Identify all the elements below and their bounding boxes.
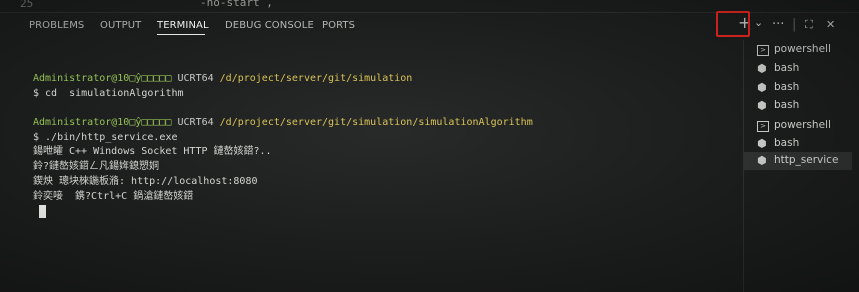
terminal-item-label: bash [774, 81, 800, 93]
terminal-item-powershell[interactable]: > powershell [744, 41, 852, 59]
bash-icon: ⬢ [757, 154, 767, 167]
terminal-item-label: powershell [774, 43, 831, 55]
bash-icon: ⬢ [757, 99, 767, 112]
terminal-item-http-service[interactable]: ⬢ http_service [744, 152, 852, 170]
tab-terminal[interactable]: TERMINAL [157, 20, 209, 31]
prompt-user: Administrator@10□ŷ□□□□□ [33, 117, 172, 128]
prompt-line-2: Administrator@10□ŷ□□□□□ UCRT64 /d/projec… [33, 117, 533, 129]
output-line-2: 鈴?鏈嶅姟鍣ㄥ凡鍚姩鎴愬姛 [33, 161, 160, 172]
maximize-panel-button[interactable]: ⛶ [805, 17, 813, 33]
line-number: 25 [20, 0, 34, 10]
tab-debug-console[interactable]: DEBUG CONSOLE [225, 20, 314, 31]
highlight-box [716, 11, 750, 37]
prompt-line-1: Administrator@10□ŷ□□□□□ UCRT64 /d/projec… [33, 73, 412, 85]
powershell-icon: > [757, 121, 769, 132]
prompt-env: UCRT64 [171, 73, 220, 84]
terminal-item-label: http_service [774, 154, 839, 166]
tab-problems[interactable]: PROBLEMS [29, 20, 84, 31]
output-line-1: 鍚呭皬 C++ Windows Socket HTTP 鏈嶅姟鍣?.. [33, 146, 272, 157]
command-line-1: $ cd simulationAlgorithm [33, 88, 184, 99]
close-panel-button[interactable]: ✕ [826, 17, 835, 33]
terminal-item-label: bash [774, 62, 800, 74]
terminal-item-bash[interactable]: ⬢ bash [744, 97, 852, 115]
terminal-item-bash[interactable]: ⬢ bash [744, 79, 852, 97]
terminal-item-label: powershell [774, 119, 831, 131]
output-line-4: 鈴奕唼 鎸?Ctrl+C 鍋滄鏈嶅姟鍣 [33, 191, 194, 202]
more-actions-button[interactable]: ··· [772, 17, 784, 33]
terminal-item-label: bash [774, 99, 800, 111]
powershell-icon: > [757, 45, 769, 56]
bash-icon: ⬢ [757, 62, 767, 75]
prompt-user: Administrator@10□ŷ□□□□□ [33, 73, 172, 84]
tab-ports[interactable]: PORTS [322, 20, 355, 31]
terminal-cursor [39, 205, 46, 218]
terminal-list: > powershell ⬢ bash ⬢ bash ⬢ bash > powe… [743, 40, 859, 292]
terminal-item-bash[interactable]: ⬢ bash [744, 135, 852, 153]
bash-icon: ⬢ [757, 81, 767, 94]
terminal-item-bash[interactable]: ⬢ bash [744, 60, 852, 78]
command-line-2: $ ./bin/http_service.exe [33, 132, 178, 143]
tab-output[interactable]: OUTPUT [100, 20, 141, 31]
launch-profile-dropdown[interactable]: ⌄ [754, 15, 763, 31]
terminal-item-label: bash [774, 137, 800, 149]
terminal-item-powershell[interactable]: > powershell [744, 117, 852, 135]
terminal-output[interactable]: Administrator@10□ŷ□□□□□ UCRT64 /d/projec… [0, 40, 742, 292]
actions-divider: | [792, 17, 797, 32]
prompt-path: /d/project/server/git/simulation/simulat… [219, 117, 533, 128]
code-fragment: -no-start , [200, 0, 273, 9]
active-tab-indicator [157, 34, 205, 35]
bash-icon: ⬢ [757, 137, 767, 150]
output-line-3: 鍥炴 璁块棶鍦板潃: http://localhost:8080 [33, 176, 258, 187]
prompt-path: /d/project/server/git/simulation [219, 73, 413, 84]
prompt-env: UCRT64 [171, 117, 220, 128]
